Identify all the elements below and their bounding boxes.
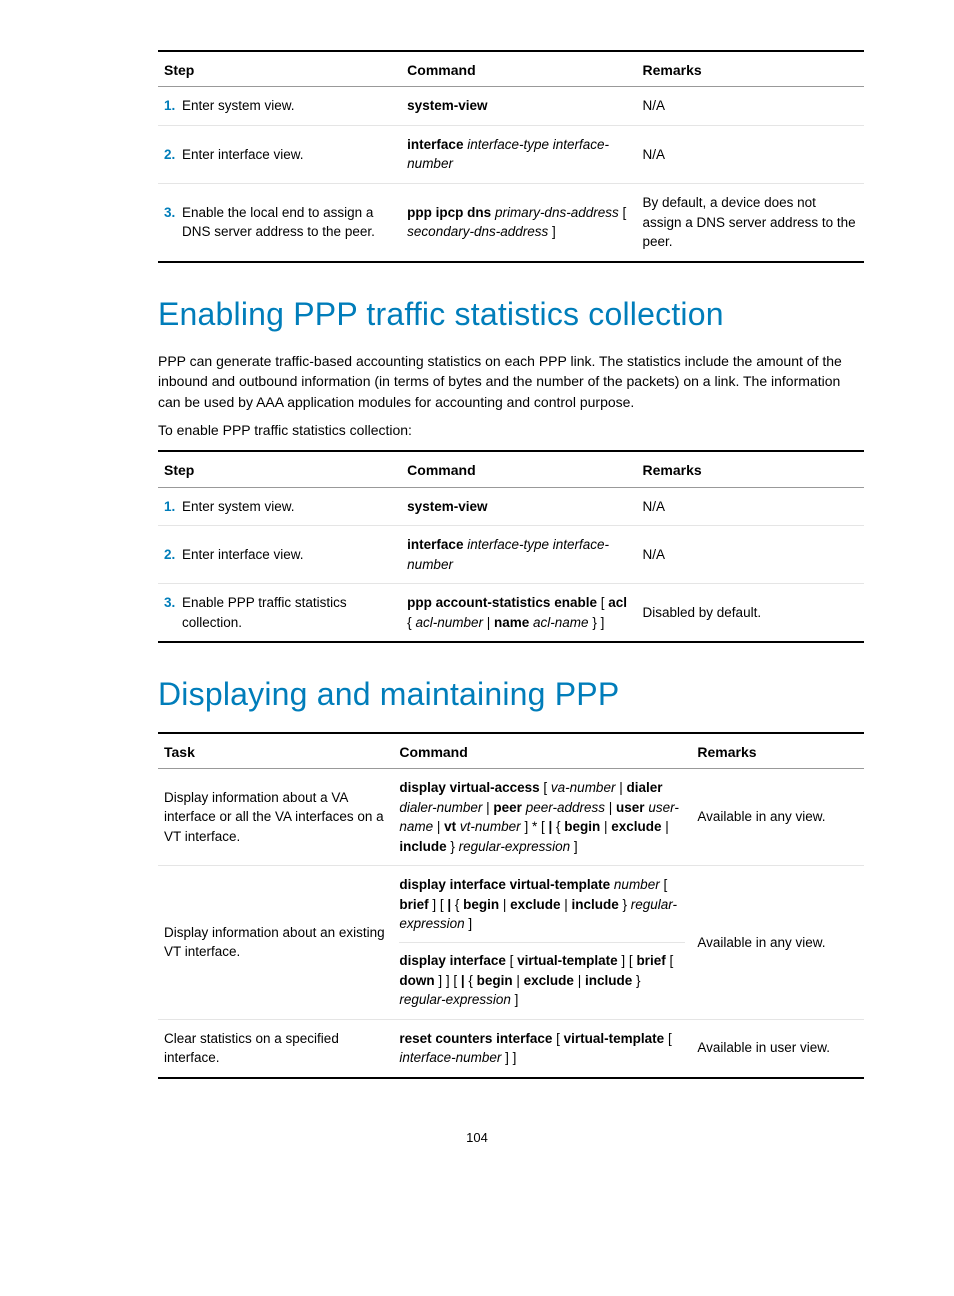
table-row: 2.Enter interface view.interface interfa… [158,526,864,584]
step-text: Enter interface view. [182,545,395,565]
step-text: Enter system view. [182,96,395,116]
table-row: Display information about a VA interface… [158,769,864,866]
step-number: 1. [164,96,182,116]
cell-remarks: Available in any view. [691,769,864,866]
cell-remarks: N/A [637,87,865,126]
table-display: Task Command Remarks Display information… [158,732,864,1079]
th-command: Command [401,451,636,487]
cell-remarks: Available in user view. [691,1019,864,1078]
step-number: 2. [164,545,182,565]
table-traffic-body: 1.Enter system view.system-viewN/A2.Ente… [158,487,864,642]
cell-step: 2.Enter interface view. [158,125,401,183]
cell-task: Clear statistics on a specified interfac… [158,1019,393,1078]
cell-command: interface interface-type interface-numbe… [401,125,636,183]
table-row: 3.Enable the local end to assign a DNS s… [158,183,864,261]
th-command: Command [393,733,691,769]
cell-task: Display information about a VA interface… [158,769,393,866]
cell-step: 1.Enter system view. [158,487,401,526]
cell-command: system-view [401,87,636,126]
cell-step: 3.Enable PPP traffic statistics collecti… [158,584,401,643]
cell-remarks: N/A [637,526,865,584]
table-dns: Step Command Remarks 1.Enter system view… [158,50,864,263]
cell-step: 2.Enter interface view. [158,526,401,584]
cell-command: reset counters interface [ virtual-templ… [393,1019,691,1078]
step-text: Enable the local end to assign a DNS ser… [182,203,395,242]
th-task: Task [158,733,393,769]
cell-remarks: Disabled by default. [637,584,865,643]
table-dns-body: 1.Enter system view.system-viewN/A2.Ente… [158,87,864,262]
heading-enabling: Enabling PPP traffic statistics collecti… [158,291,864,337]
step-number: 3. [164,203,182,242]
table-row: 2.Enter interface view.interface interfa… [158,125,864,183]
table-row: Display information about an existing VT… [158,866,864,1019]
cell-remarks: By default, a device does not assign a D… [637,183,865,261]
th-step: Step [158,451,401,487]
table-row: 1.Enter system view.system-viewN/A [158,487,864,526]
table-row: Clear statistics on a specified interfac… [158,1019,864,1078]
step-number: 3. [164,593,182,632]
cell-command: interface interface-type interface-numbe… [401,526,636,584]
table-row: 3.Enable PPP traffic statistics collecti… [158,584,864,643]
th-command: Command [401,51,636,87]
table-display-body: Display information about a VA interface… [158,769,864,1078]
step-number: 1. [164,497,182,517]
cell-command: system-view [401,487,636,526]
table-row: 1.Enter system view.system-viewN/A [158,87,864,126]
th-remarks: Remarks [691,733,864,769]
cell-step: 1.Enter system view. [158,87,401,126]
th-step: Step [158,51,401,87]
cell-command: ppp ipcp dns primary-dns-address [ secon… [401,183,636,261]
step-text: Enable PPP traffic statistics collection… [182,593,395,632]
para-intro: PPP can generate traffic-based accountin… [158,351,864,412]
cell-step: 3.Enable the local end to assign a DNS s… [158,183,401,261]
th-remarks: Remarks [637,451,865,487]
cell-remarks: N/A [637,487,865,526]
cell-command: display interface virtual-template numbe… [393,866,691,1019]
cell-task: Display information about an existing VT… [158,866,393,1019]
cell-command: display virtual-access [ va-number | dia… [393,769,691,866]
step-text: Enter interface view. [182,145,395,165]
cell-remarks: Available in any view. [691,866,864,1019]
heading-display: Displaying and maintaining PPP [158,671,864,717]
cell-remarks: N/A [637,125,865,183]
step-number: 2. [164,145,182,165]
page-number: 104 [90,1129,864,1148]
th-remarks: Remarks [637,51,865,87]
table-traffic: Step Command Remarks 1.Enter system view… [158,450,864,643]
para-lead: To enable PPP traffic statistics collect… [158,420,864,440]
step-text: Enter system view. [182,497,395,517]
cell-command: ppp account-statistics enable [ acl { ac… [401,584,636,643]
